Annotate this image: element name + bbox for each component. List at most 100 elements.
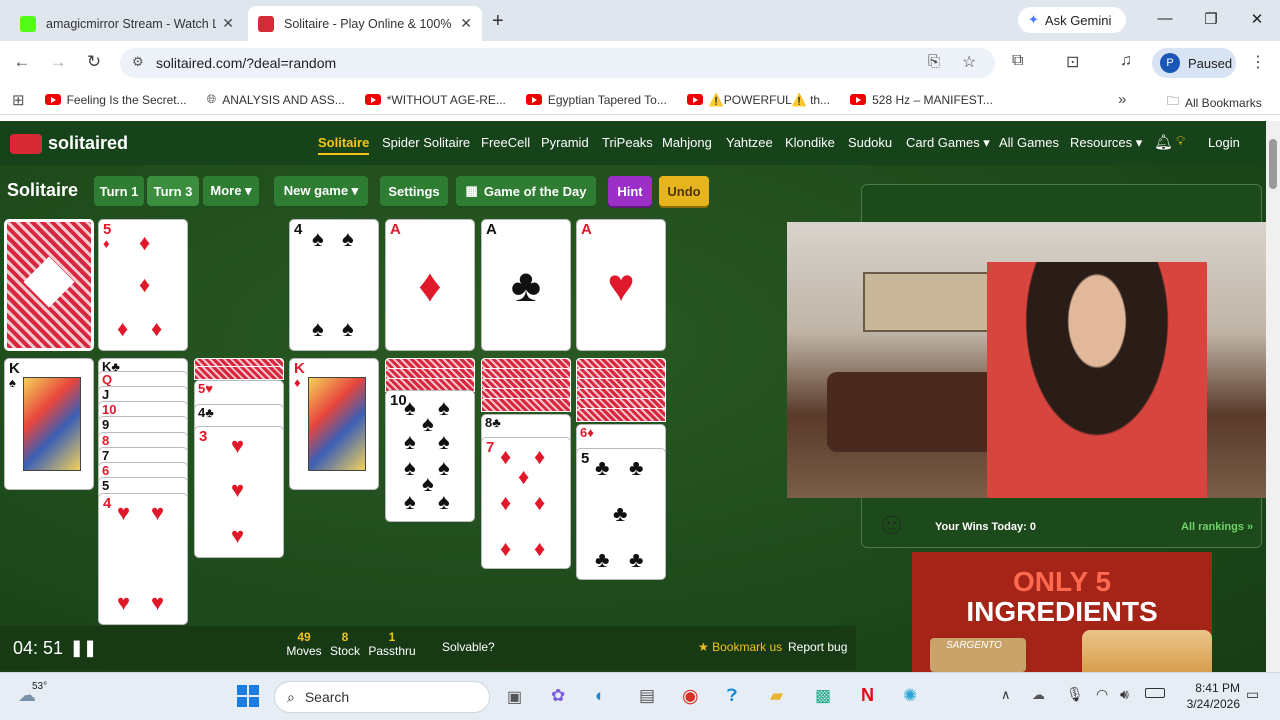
store-icon[interactable]: ▤ [639,686,655,706]
tableau-7-card[interactable]: 5 ♣ ♣ ♣ ♣ ♣ [576,448,666,580]
nav-pyramid[interactable]: Pyramid [541,135,589,150]
task-view-icon[interactable]: ▣ [507,687,522,707]
clock-date[interactable]: 3/24/2026 [1180,697,1240,711]
volume-icon[interactable]: 🔊︎ [1120,686,1129,703]
copilot-icon[interactable]: ✿ [551,686,565,706]
undo-button[interactable]: Undo [659,176,709,206]
tab-solitaire[interactable]: Solitaire - Play Online & 100% F ✕ [248,6,482,41]
edge-icon[interactable]: ◐ [595,686,605,706]
help-icon[interactable]: ❓︎ [727,686,737,706]
tab-search-icon[interactable]: ⊡ [1066,52,1079,72]
foundation-clubs[interactable]: A ♣ [481,219,571,351]
more-button[interactable]: More ▾ [203,176,259,206]
bell-icon[interactable]: 🔔︎ [1154,133,1173,151]
close-tab-icon[interactable]: ✕ [460,15,472,32]
netflix-icon[interactable]: N [861,685,874,706]
spade-icon: ♠ [404,395,416,420]
bookmark-item[interactable]: Feeling Is the Secret... [44,93,187,107]
bookmark-item[interactable]: 🌐︎ ANALYSIS AND ASS... [207,92,345,107]
nav-solitaire[interactable]: Solitaire [318,135,370,155]
tray-app-icon[interactable]: ☁ [1032,687,1045,703]
battery-icon[interactable] [1145,688,1165,698]
solvable-link[interactable]: Solvable? [442,640,495,654]
menu-icon[interactable]: ⋮ [1250,52,1266,72]
restore-icon[interactable]: ❐ [1201,10,1221,28]
advertisement[interactable]: ONLY 5 INGREDIENTS SARGENTO [912,552,1212,672]
scrollbar-thumb[interactable] [1269,139,1277,189]
bookmark-us-link[interactable]: ★ Bookmark us [698,640,782,654]
tableau-1-card[interactable]: K ♠ [4,358,94,490]
tableau-3-card[interactable]: 3 ♥ ♥ ♥ [194,426,284,558]
turn3-button[interactable]: Turn 3 [147,176,199,206]
tab-stream[interactable]: amagicmirror Stream - Watch Li ✕ [10,6,244,41]
stock-stat: 8 Stock [328,630,362,658]
foundation-spades[interactable]: 4 ♠ ♠ ♠ ♠ [289,219,379,351]
forward-icon[interactable]: → [47,52,69,72]
stock-pile[interactable] [4,219,94,351]
bookmark-item[interactable]: Egyptian Tapered To... [525,93,667,107]
all-bookmarks-button[interactable]: 🗀 All Bookmarks [1167,92,1262,113]
nav-klondike[interactable]: Klondike [785,135,835,150]
turn1-button[interactable]: Turn 1 [94,176,144,206]
nav-freecell[interactable]: FreeCell [481,135,530,150]
bookmark-item[interactable]: ⚠️POWERFUL⚠️ th... [686,93,830,107]
clock-time[interactable]: 8:41 PM [1194,681,1240,695]
back-icon[interactable]: ← [11,52,33,72]
file-explorer-icon[interactable]: ▰ [770,686,783,706]
close-window-icon[interactable]: ✕ [1247,10,1267,28]
media-icon[interactable]: ♫ [1120,52,1132,70]
apps-grid-icon[interactable]: ⊞ [12,91,25,109]
tableau-2-card[interactable]: 4 ♥ ♥ ♥ ♥ [98,493,188,625]
chrome-icon[interactable]: ◉ [682,685,699,708]
nav-sudoku[interactable]: Sudoku [848,135,892,150]
nav-yahtzee[interactable]: Yahtzee [726,135,773,150]
address-bar[interactable]: ⚙ solitaired.com/?deal=random ⎘ ☆ [120,48,995,78]
logo-text: solitaired [48,133,129,153]
new-tab-icon[interactable]: + [492,10,504,33]
install-icon[interactable]: ⎘ [928,53,940,70]
bookmark-item[interactable]: *WITHOUT AGE-RE... [364,93,506,107]
notifications-icon[interactable]: ▭ [1246,686,1259,703]
wifi-icon[interactable]: ◠ [1096,686,1108,703]
foundation-diamonds[interactable]: A ♦ [385,219,475,351]
extensions-icon[interactable]: ⧉ [1012,52,1023,70]
tableau-5-card[interactable]: 10 ♠ ♠ ♠ ♠ ♠ ♠ ♠ ♠ ♠ ♠ [385,390,475,522]
waste-card[interactable]: 5 ♦ ♦ ♦ ♦ ♦ [98,219,188,351]
nav-resources[interactable]: Resources ▾ [1070,135,1142,151]
nav-spider[interactable]: Spider Solitaire [382,135,470,150]
minimize-icon[interactable]: — [1155,10,1175,27]
ask-gemini-button[interactable]: ✦ Ask Gemini [1018,7,1126,33]
microphone-icon[interactable]: 🎙︎ [1066,686,1084,703]
close-tab-icon[interactable]: ✕ [222,15,234,32]
nav-all-games[interactable]: All Games [999,135,1059,150]
lightbulb-icon[interactable]: 💡︎ [1176,133,1185,149]
game-of-the-day-button[interactable]: ▦ Game of the Day [456,176,596,206]
pause-icon[interactable]: ❚❚ [70,638,97,658]
settings-button[interactable]: Settings [380,176,448,206]
reload-icon[interactable]: ↻ [83,52,105,72]
app-icon[interactable]: ▩ [815,686,831,706]
windows-start-icon[interactable] [237,685,259,707]
new-game-button[interactable]: New game ▾ [274,176,368,206]
site-info-icon[interactable]: ⚙ [132,54,144,70]
page-scrollbar[interactable] [1266,121,1280,672]
nav-mahjong[interactable]: Mahjong [662,135,712,150]
app2-icon[interactable]: ✺ [903,686,917,706]
taskbar-search[interactable]: ⌕ Search [274,681,490,713]
tableau-6-card[interactable]: 7 ♦ ♦ ♦ ♦ ♦ ♦ ♦ [481,437,571,569]
site-logo[interactable]: solitaired [10,133,128,154]
page-title: Solitaire [7,180,79,200]
bookmark-star-icon[interactable]: ☆ [962,52,976,72]
profile-button[interactable]: P Paused [1152,48,1236,78]
tableau-4-card[interactable]: K ♦ [289,358,379,490]
more-bookmarks-icon[interactable]: » [1118,91,1126,108]
show-hidden-icons[interactable]: ∧ [1001,687,1011,703]
nav-tripeaks[interactable]: TriPeaks [602,135,653,150]
login-link[interactable]: Login [1208,135,1240,150]
report-bug-link[interactable]: Report bug [788,640,847,654]
foundation-hearts[interactable]: A ♥ [576,219,666,351]
all-rankings-link[interactable]: All rankings » [1181,521,1253,533]
hint-button[interactable]: Hint [608,176,652,206]
nav-card-games[interactable]: Card Games ▾ [906,135,990,151]
bookmark-item[interactable]: 528 Hz – MANIFEST... [850,93,993,107]
